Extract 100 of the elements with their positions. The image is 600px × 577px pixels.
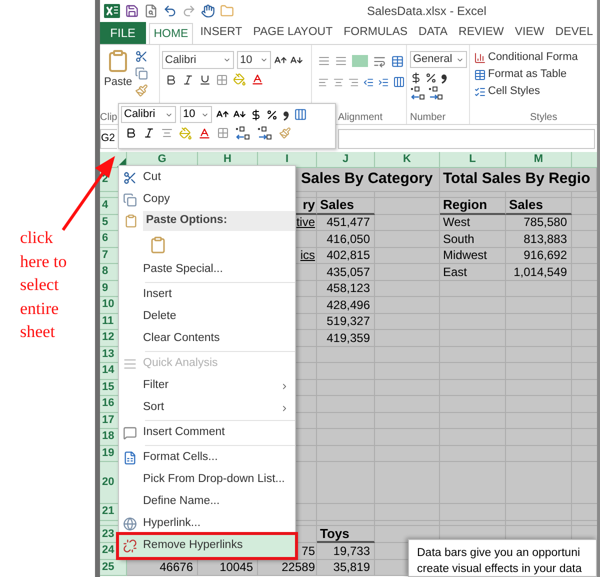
number-format-field[interactable]: General [410,51,467,68]
formula-bar-field[interactable] [338,128,595,148]
orientation-icon[interactable] [373,54,386,68]
ribbon-tab[interactable]: HOME [148,23,194,44]
fill-color-icon[interactable] [179,126,192,140]
table-cell: Sales [506,198,572,214]
top-align-icon[interactable] [318,55,330,67]
cell-styles-icon [474,86,486,98]
ribbon-tab[interactable]: DEVEL [551,22,597,44]
touch-mode-icon[interactable] [201,4,215,18]
font-color-icon[interactable] [251,73,264,86]
bold-icon[interactable] [125,127,137,139]
italic-icon[interactable] [143,127,155,139]
merge-icon[interactable] [393,76,405,88]
window-title: SalesData.xlsx - Excel [367,3,486,20]
table-cell [317,380,375,396]
file-tab[interactable]: FILE [100,22,146,44]
table-cell [440,504,506,520]
table-icon [474,68,486,80]
format-cells-icon [123,451,137,465]
borders-icon[interactable] [216,74,228,86]
increase-decimal-icon[interactable] [410,86,426,100]
clipboard-icon [124,214,138,228]
table-cell [317,446,375,462]
underline-icon[interactable] [199,74,211,86]
column-header[interactable]: J [317,152,375,168]
copy-icon[interactable] [135,67,148,80]
align-right-icon[interactable] [348,76,359,88]
comma-style-icon[interactable] [440,72,448,84]
table-cell: Region [440,198,506,214]
ribbon-tab[interactable]: VIEW [510,22,548,44]
table-cell [440,412,506,429]
align-center-icon[interactable] [161,127,173,139]
table-cell [440,429,506,446]
print-preview-icon[interactable] [144,4,158,18]
percent-icon[interactable] [425,72,437,84]
font-color-icon[interactable] [198,126,211,140]
table-cell [375,396,440,412]
excel-logo-icon [104,3,120,19]
font-name-field[interactable]: Calibri [121,106,176,123]
increase-indent-icon[interactable] [378,76,389,88]
styles-button[interactable]: Format as Table [474,66,597,83]
table-cell [375,297,440,314]
row-header[interactable]: 25 [100,560,127,576]
table-cell: 428,496 [317,297,375,314]
ribbon-tab[interactable]: REVIEW [454,22,508,44]
align-left-icon[interactable] [318,76,329,88]
ribbon-tab[interactable]: DATA [414,22,452,44]
percent-icon[interactable] [266,108,278,120]
table-cell [375,314,440,330]
table-cell [506,429,572,446]
font-size-field[interactable]: 10 [237,51,271,69]
font-name-field[interactable]: Calibri [162,51,234,69]
italic-icon[interactable] [182,74,194,86]
styles-button[interactable]: Cell Styles [474,83,597,100]
decrease-decimal-icon[interactable] [428,86,444,100]
link[interactable]: tive [296,214,315,230]
comment-icon [123,426,137,440]
decrease-decimal-icon[interactable] [257,126,273,140]
column-header[interactable]: L [440,152,506,168]
comma-style-icon[interactable] [282,108,290,120]
fill-color-icon[interactable] [233,73,246,86]
table-cell [375,231,440,248]
group-label: Styles [529,111,558,124]
align-center-icon[interactable] [333,76,344,88]
currency-icon[interactable] [250,108,262,120]
table-cell [375,330,440,346]
name-box[interactable]: G2 [100,128,117,148]
save-icon[interactable] [125,4,139,18]
increase-decimal-icon[interactable] [235,126,251,140]
text-box: Data bars give you an opportuni create visual effects in your data [408,539,597,577]
table-cell [506,504,572,520]
column-header[interactable]: M [506,152,572,168]
ribbon-tab[interactable]: INSERT [196,22,246,44]
borders-icon[interactable] [217,127,229,139]
table-cell [506,314,572,330]
table-cell [440,314,506,330]
undo-icon[interactable] [163,4,177,18]
decrease-indent-icon[interactable] [363,76,374,88]
merge-icon[interactable] [294,108,307,121]
wrap-text-icon[interactable] [391,54,404,68]
currency-icon[interactable] [410,72,422,84]
table-cell [375,214,440,231]
table-cell [440,280,506,297]
ribbon-tab[interactable]: FORMULAS [340,22,412,44]
table-cell [506,330,572,346]
font-size-field[interactable]: 10 [180,106,212,123]
bold-icon[interactable] [165,74,177,86]
menu-item[interactable]: Remove Hyperlinks [119,535,295,557]
ribbon-tab[interactable]: PAGE LAYOUT [249,22,337,44]
link[interactable]: ics [300,248,315,264]
cut-icon[interactable] [135,50,148,63]
styles-button[interactable]: Conditional Forma [474,49,597,66]
table-cell [375,446,440,462]
column-header[interactable]: K [375,152,440,168]
middle-align-icon[interactable] [335,55,347,67]
table-cell [317,396,375,412]
caret-icon [223,56,231,64]
table-cell: 416,050 [317,231,375,248]
caret-icon [260,56,268,64]
